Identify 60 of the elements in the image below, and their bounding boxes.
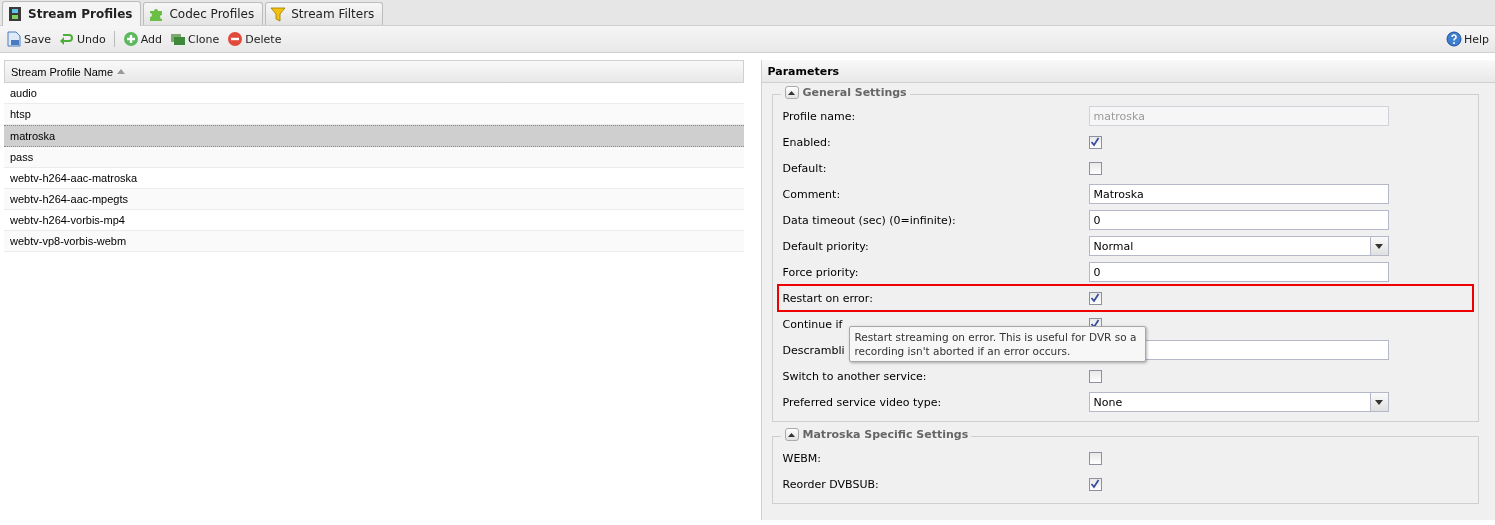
caret-icon [788, 432, 795, 437]
undo-icon [59, 31, 75, 47]
puzzle-icon [148, 6, 165, 22]
save-icon [6, 31, 22, 47]
table-row[interactable]: matroska [4, 125, 744, 147]
field-label: Default: [782, 161, 827, 175]
film-icon [7, 6, 23, 22]
tab[interactable]: Stream Profiles [2, 1, 142, 26]
toolbar-button[interactable]: Clone [168, 31, 222, 47]
text-field[interactable]: Matroska [1088, 184, 1389, 204]
checkbox[interactable] [1088, 369, 1102, 383]
clone-icon [170, 31, 187, 47]
field-label: Continue if [782, 317, 843, 331]
caret-icon [788, 90, 795, 95]
field-label: Switch to another service: [782, 369, 927, 383]
sort-icon [117, 69, 126, 74]
field-label: Comment: [782, 187, 841, 201]
checkbox[interactable] [1088, 477, 1102, 491]
panel-title: Parameters [761, 60, 1495, 83]
tab[interactable]: Stream Filters [265, 2, 384, 25]
field-label: Preferred service video type: [782, 395, 942, 409]
collapse-button[interactable] [784, 86, 799, 99]
delete-icon [227, 31, 244, 47]
field-label: Reorder DVBSUB: [782, 477, 879, 491]
add-icon [122, 31, 139, 47]
checkbox[interactable] [1088, 135, 1102, 149]
section-title: Matroska Specific Settings [802, 428, 969, 441]
toolbar-button[interactable]: Add [120, 31, 165, 47]
table-row[interactable]: pass [4, 147, 744, 168]
field-label: Descrambli [782, 343, 845, 357]
dropdown[interactable]: None [1088, 392, 1389, 412]
caret-icon [1375, 399, 1383, 405]
tab[interactable]: Codec Profiles [143, 2, 264, 25]
tooltip: Restart streaming on error. This is useful for DVR so a recording isn't aborted if an error occurs. [848, 326, 1146, 362]
field-label: Restart on error: [782, 291, 873, 305]
caret-icon [1375, 243, 1383, 249]
checkbox[interactable] [1088, 451, 1102, 465]
table-row[interactable]: webtv-vp8-vorbis-webm [4, 231, 744, 252]
checkbox[interactable] [1088, 161, 1102, 175]
help-icon [1445, 31, 1462, 47]
field-label: Data timeout (sec) (0=infinite): [782, 213, 956, 227]
dropdown[interactable]: Normal [1088, 236, 1389, 256]
field-label: Default priority: [782, 239, 869, 253]
toolbar-button[interactable]: Undo [57, 31, 108, 47]
field-label: Profile name: [782, 109, 856, 123]
section-title: General Settings [802, 86, 907, 99]
field-label: Enabled: [782, 135, 831, 149]
column-header[interactable]: Stream Profile Name [4, 60, 744, 83]
field-label: WEBM: [782, 451, 822, 465]
collapse-button[interactable] [784, 428, 799, 441]
help-button[interactable]: Help [1443, 31, 1491, 47]
text-field[interactable]: 0 [1088, 262, 1389, 282]
text-field[interactable]: 0 [1088, 210, 1389, 230]
toolbar-button[interactable]: Save [4, 31, 53, 47]
checkbox[interactable] [1088, 291, 1102, 305]
field-label: Force priority: [782, 265, 859, 279]
toolbar-button[interactable]: Delete [225, 31, 284, 47]
filter-icon [270, 6, 287, 22]
table-row[interactable]: webtv-h264-aac-mpegts [4, 189, 744, 210]
table-row[interactable]: htsp [4, 104, 744, 125]
